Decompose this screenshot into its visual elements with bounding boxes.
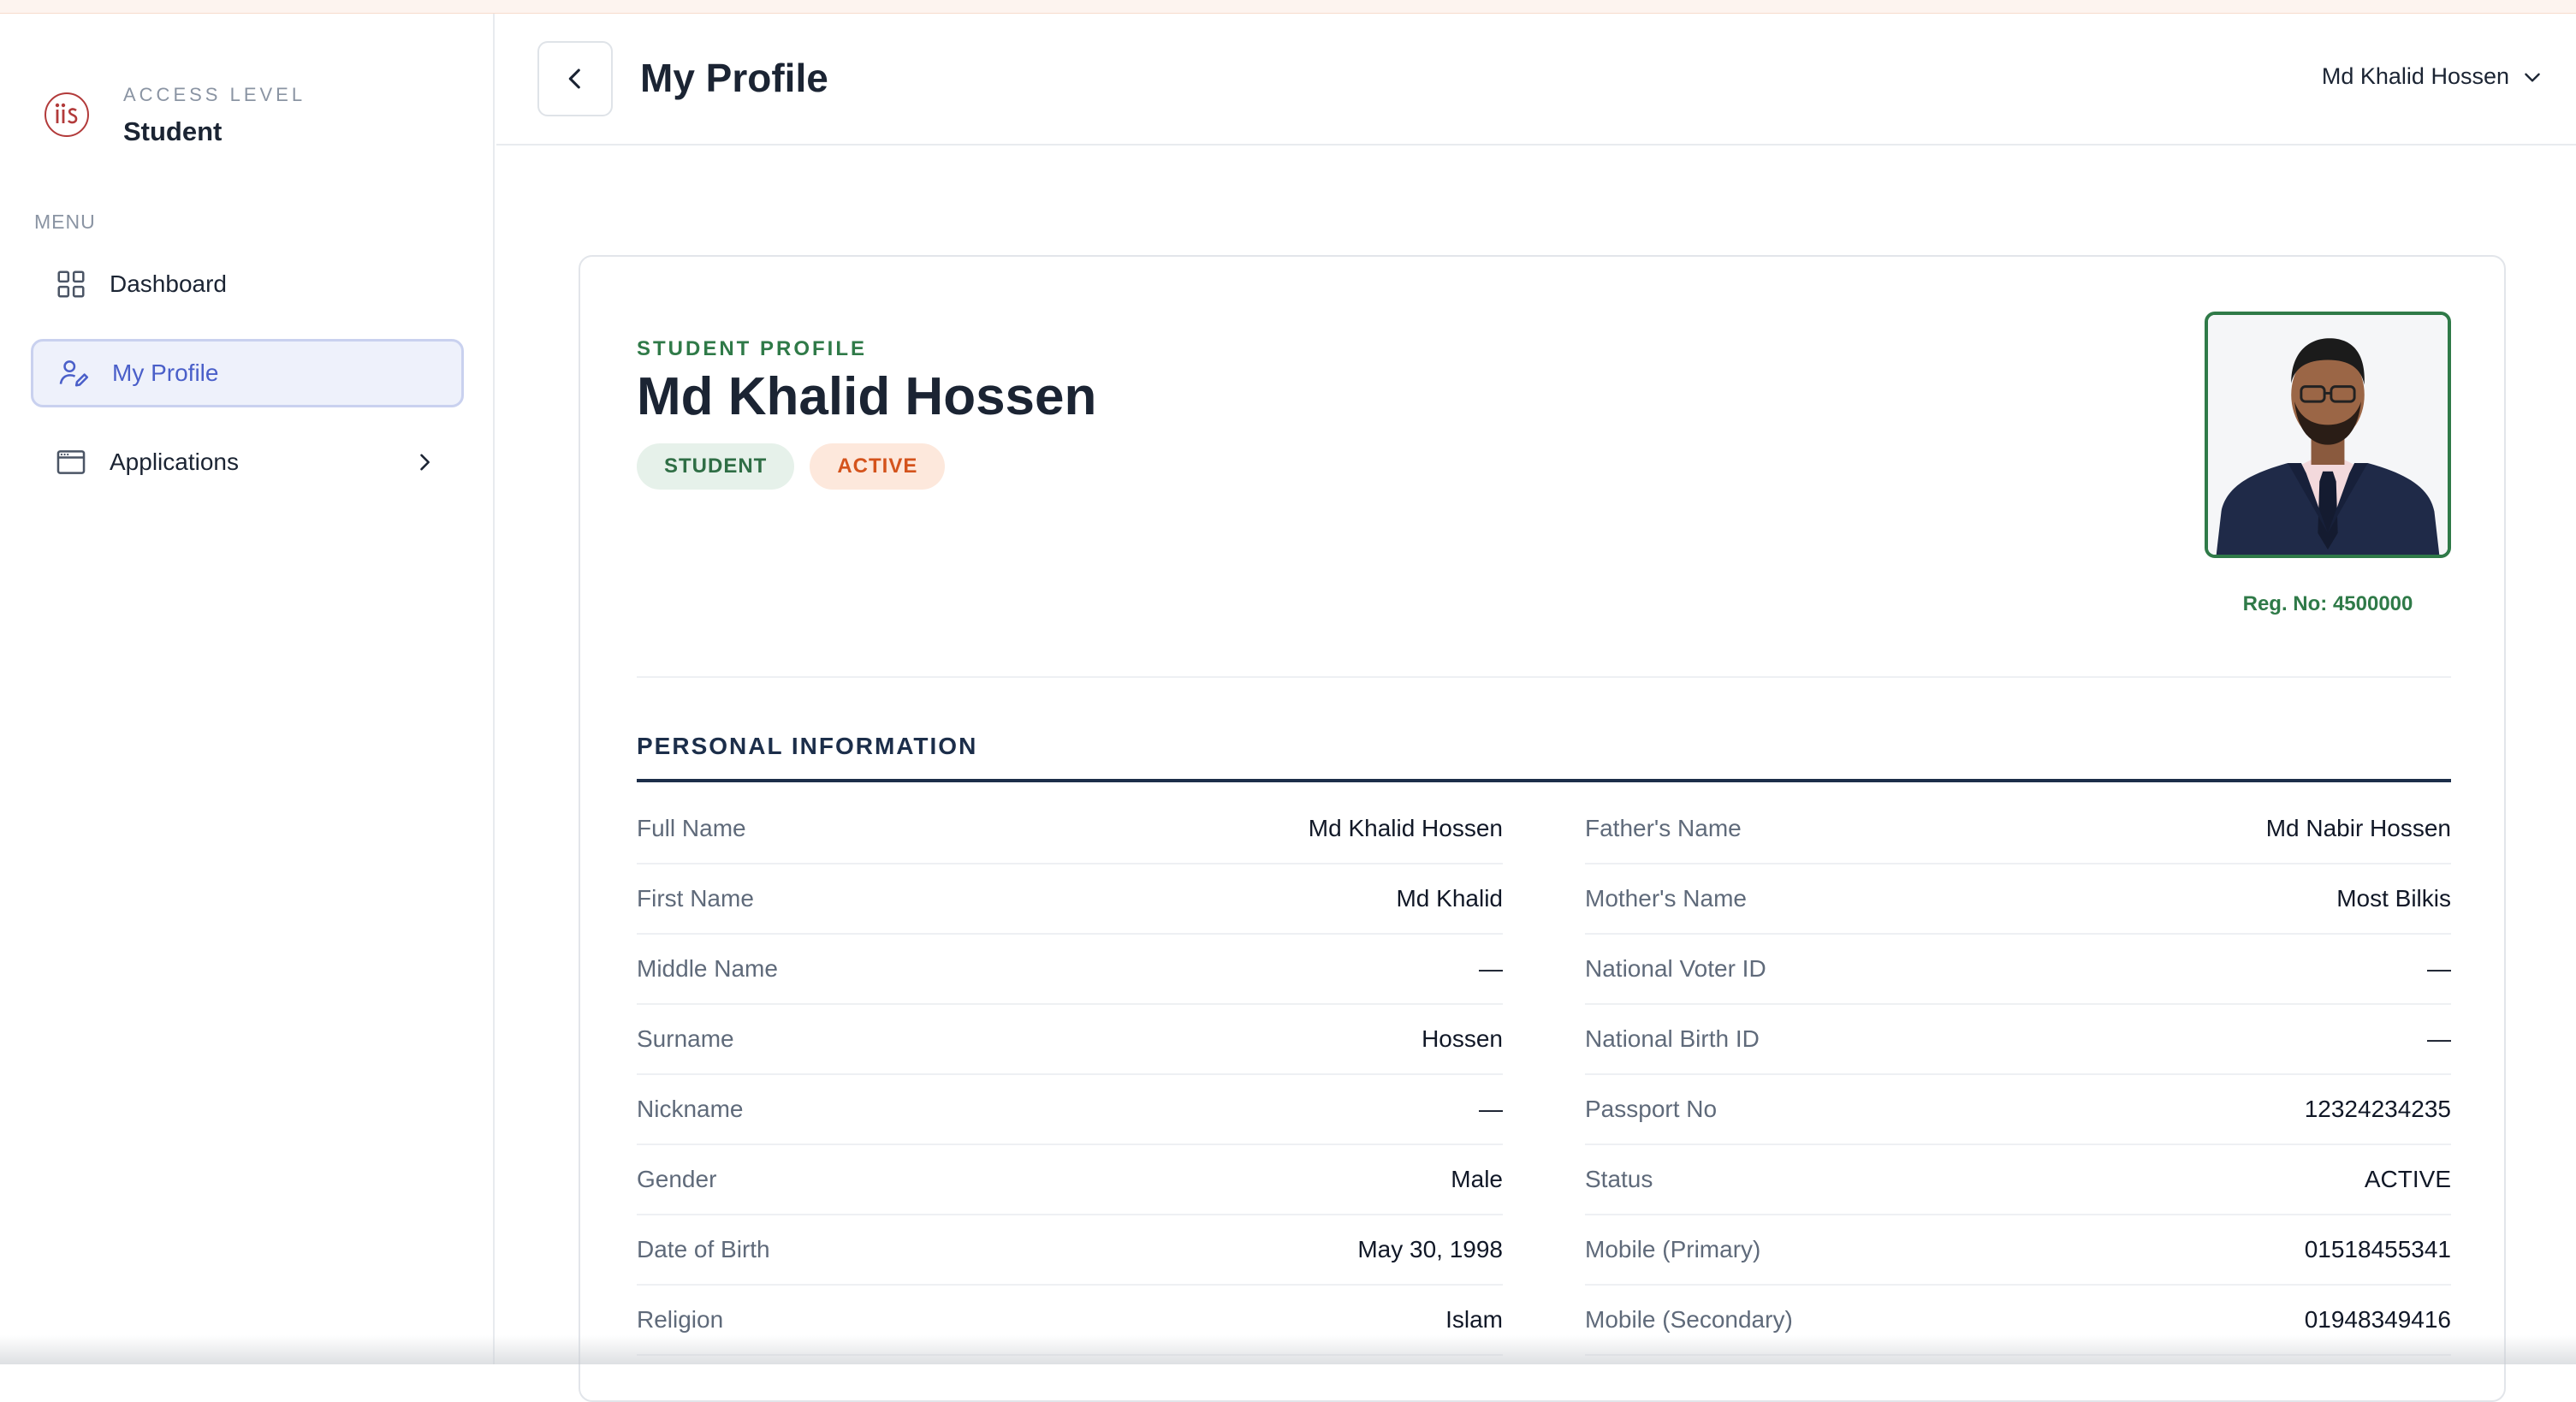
profile-eyebrow: STUDENT PROFILE	[637, 337, 868, 360]
chevron-down-icon	[2525, 73, 2540, 82]
info-label: Gender	[637, 1166, 717, 1192]
info-label: Surname	[637, 1025, 734, 1052]
menu-section-label: MENU	[34, 211, 96, 233]
info-row-middle-name: Middle Name —	[637, 935, 1503, 1005]
personal-info-right-column: Father's Name Md Nabir Hossen Mother's N…	[1585, 794, 2451, 1356]
page-header: My Profile Md Khalid Hossen	[496, 14, 2576, 146]
info-row-national-birth-id: National Birth ID —	[1585, 1005, 2451, 1075]
status-badge: ACTIVE	[810, 443, 946, 490]
chevron-right-icon[interactable]	[413, 450, 436, 474]
profile-photo	[2205, 312, 2451, 558]
info-label: Passport No	[1585, 1096, 1718, 1122]
info-label: Mother's Name	[1585, 885, 1747, 912]
info-row-fathers-name: Father's Name Md Nabir Hossen	[1585, 794, 2451, 864]
profile-badges: STUDENT ACTIVE	[637, 443, 946, 490]
info-value: Islam	[1445, 1306, 1503, 1333]
bottom-shadow	[0, 1335, 2576, 1364]
info-label: Middle Name	[637, 955, 778, 982]
info-value: Male	[1451, 1166, 1503, 1192]
sidebar-item-my-profile[interactable]: My Profile	[31, 339, 464, 407]
info-row-surname: Surname Hossen	[637, 1005, 1503, 1075]
info-label: Nickname	[637, 1096, 744, 1122]
logo-mark-icon	[55, 103, 78, 124]
info-label: Father's Name	[1585, 815, 1742, 841]
info-value: May 30, 1998	[1357, 1236, 1503, 1262]
info-label: Mobile (Primary)	[1585, 1236, 1761, 1262]
sidebar-item-label: Dashboard	[110, 270, 227, 297]
info-value: —	[2427, 955, 2451, 982]
info-value: —	[1479, 955, 1503, 982]
info-value: ACTIVE	[2364, 1166, 2451, 1192]
info-value: —	[2427, 1025, 2451, 1052]
info-row-mothers-name: Mother's Name Most Bilkis	[1585, 864, 2451, 935]
profile-card: STUDENT PROFILE Md Khalid Hossen STUDENT…	[579, 255, 2506, 1402]
chevron-left-icon	[568, 68, 580, 89]
info-value: 12324234235	[2304, 1096, 2451, 1122]
role-badge: STUDENT	[637, 443, 795, 490]
grid-icon	[57, 270, 85, 298]
info-label: National Voter ID	[1585, 955, 1766, 982]
info-row-nickname: Nickname —	[637, 1075, 1503, 1145]
info-row-national-voter-id: National Voter ID —	[1585, 935, 2451, 1005]
registration-number: Reg. No: 4500000	[2242, 592, 2413, 615]
info-label: Date of Birth	[637, 1236, 770, 1262]
access-level-value: Student	[123, 116, 223, 146]
personal-info-left-column: Full Name Md Khalid Hossen First Name Md…	[637, 794, 1503, 1356]
sidebar: ACCESS LEVEL Student MENU Dashboard My P…	[0, 14, 495, 1364]
user-name: Md Khalid Hossen	[2321, 63, 2509, 89]
info-value: Md Khalid Hossen	[1308, 815, 1503, 841]
info-value: 01518455341	[2304, 1236, 2451, 1262]
sidebar-item-label: My Profile	[112, 359, 219, 386]
header-divider	[637, 676, 2451, 678]
user-menu-dropdown[interactable]: Md Khalid Hossen	[2322, 63, 2543, 90]
sidebar-item-dashboard[interactable]: Dashboard	[31, 250, 464, 318]
sidebar-item-label: Applications	[110, 449, 239, 475]
info-label: First Name	[637, 885, 754, 912]
info-label: National Birth ID	[1585, 1025, 1760, 1052]
info-row-passport-no: Passport No 12324234235	[1585, 1075, 2451, 1145]
info-row-status: Status ACTIVE	[1585, 1145, 2451, 1215]
info-value: Most Bilkis	[2336, 885, 2451, 912]
info-value: Hossen	[1422, 1025, 1503, 1052]
info-label: Full Name	[637, 815, 746, 841]
sidebar-item-applications[interactable]: Applications	[31, 428, 464, 496]
page-title: My Profile	[640, 56, 828, 100]
top-accent-bar	[0, 0, 2576, 14]
info-row-gender: Gender Male	[637, 1145, 1503, 1215]
window-icon	[56, 450, 86, 474]
personal-information-title: PERSONAL INFORMATION	[637, 733, 978, 759]
profile-name: Md Khalid Hossen	[637, 367, 1097, 426]
info-label: Mobile (Secondary)	[1585, 1306, 1793, 1333]
info-value: Md Khalid	[1396, 885, 1503, 912]
info-row-date-of-birth: Date of Birth May 30, 1998	[637, 1215, 1503, 1286]
access-level-label: ACCESS LEVEL	[123, 84, 306, 105]
info-value: 01948349416	[2304, 1306, 2451, 1333]
info-row-first-name: First Name Md Khalid	[637, 864, 1503, 935]
iis-logo	[45, 92, 89, 137]
info-row-mobile-primary: Mobile (Primary) 01518455341	[1585, 1215, 2451, 1286]
info-row-full-name: Full Name Md Khalid Hossen	[637, 794, 1503, 864]
back-button[interactable]	[537, 41, 613, 116]
info-value: —	[1479, 1096, 1503, 1122]
user-edit-icon	[59, 360, 89, 387]
info-label: Status	[1585, 1166, 1653, 1192]
info-label: Religion	[637, 1306, 724, 1333]
section-divider	[637, 779, 2451, 782]
info-value: Md Nabir Hossen	[2265, 815, 2451, 841]
person-portrait-icon	[2208, 315, 2448, 555]
